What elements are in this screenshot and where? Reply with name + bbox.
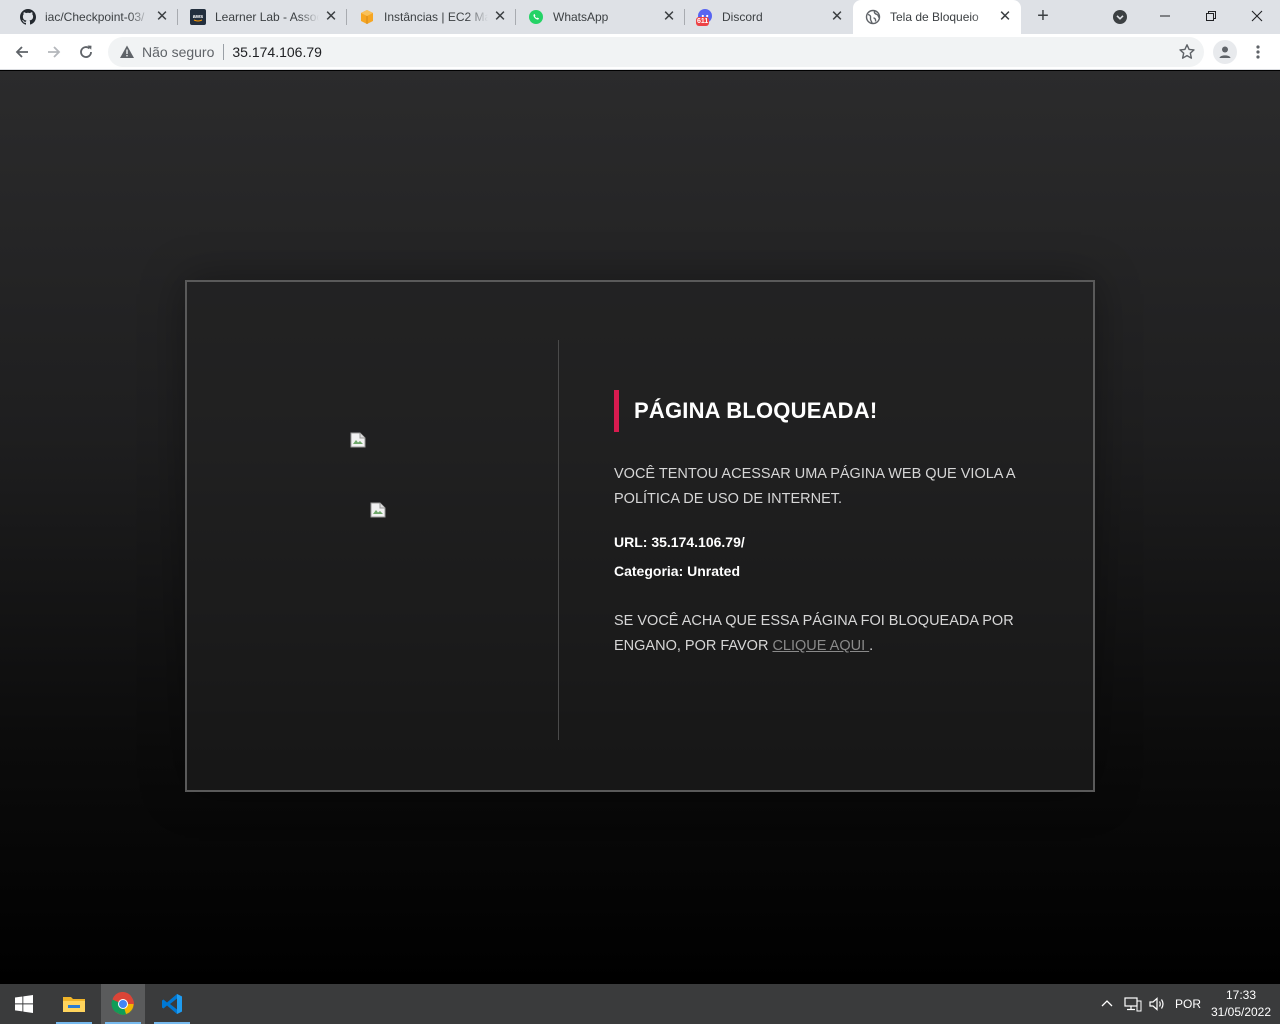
bookmark-star-icon[interactable] <box>1178 43 1196 61</box>
network-icon[interactable] <box>1124 984 1142 1024</box>
close-icon[interactable]: ✕ <box>323 9 339 25</box>
language-indicator[interactable]: POR <box>1175 984 1201 1024</box>
address-bar[interactable]: Não seguro 35.174.106.79 <box>108 37 1204 67</box>
tab-title: Tela de Bloqueio <box>890 10 979 24</box>
aws-icon: aws <box>190 9 206 25</box>
new-tab-button[interactable]: + <box>1032 5 1054 27</box>
browser-toolbar: Não seguro 35.174.106.79 <box>0 34 1280 70</box>
close-icon[interactable]: ✕ <box>997 9 1013 25</box>
profile-avatar-icon[interactable] <box>1213 40 1237 64</box>
clock-date: 31/05/2022 <box>1210 1005 1272 1019</box>
page-title: PÁGINA BLOQUEADA! <box>634 398 878 423</box>
block-card: PÁGINA BLOQUEADA! VOCÊ TENTOU ACESSAR UM… <box>185 280 1095 792</box>
forward-button[interactable] <box>40 38 68 66</box>
whatsapp-icon <box>528 9 544 25</box>
tab-search-icon[interactable] <box>1112 9 1128 25</box>
windows-start-icon[interactable] <box>2 984 46 1024</box>
reload-button[interactable] <box>72 38 100 66</box>
tab-strip: iac/Checkpoint-03/ ✕ aws Learner Lab - A… <box>0 0 1280 34</box>
menu-kebab-icon[interactable] <box>1248 41 1268 63</box>
close-icon[interactable]: ✕ <box>661 9 677 25</box>
close-icon[interactable]: ✕ <box>829 9 845 25</box>
vertical-divider <box>558 340 559 740</box>
tab-ec2[interactable]: Instâncias | EC2 Man ✕ <box>347 0 516 34</box>
tab-github[interactable]: iac/Checkpoint-03/ ✕ <box>8 0 178 34</box>
globe-icon <box>865 9 881 25</box>
heading-block: PÁGINA BLOQUEADA! <box>614 390 1054 432</box>
report-end: . <box>869 638 874 654</box>
page-viewport: PÁGINA BLOQUEADA! VOCÊ TENTOU ACESSAR UM… <box>0 71 1280 984</box>
tab-learner-lab[interactable]: aws Learner Lab - Associ ✕ <box>178 0 347 34</box>
tab-title: Learner Lab - Associ <box>215 10 319 24</box>
policy-message: VOCÊ TENTOU ACESSAR UMA PÁGINA WEB QUE V… <box>614 466 1015 507</box>
tab-title: iac/Checkpoint-03/ <box>45 10 145 24</box>
accent-bar <box>614 390 619 432</box>
report-message: SE VOCÊ ACHA QUE ESSA PÁGINA FOI BLOQUEA… <box>614 609 1054 659</box>
tab-title: WhatsApp <box>553 10 609 24</box>
close-icon[interactable]: ✕ <box>154 9 170 25</box>
warning-icon[interactable] <box>119 44 135 60</box>
file-explorer-icon[interactable] <box>52 984 96 1024</box>
close-window-button[interactable] <box>1234 0 1280 32</box>
notification-badge: 611 <box>696 17 710 26</box>
vscode-icon[interactable] <box>150 984 194 1024</box>
restore-button[interactable] <box>1188 0 1234 32</box>
tab-title: Instâncias | EC2 Man <box>384 10 488 24</box>
security-label[interactable]: Não seguro <box>142 44 214 60</box>
volume-icon[interactable] <box>1148 984 1166 1024</box>
blocked-url: URL: 35.174.106.79/ <box>614 534 745 550</box>
discord-icon: 611 <box>696 9 713 26</box>
chrome-icon[interactable] <box>101 984 145 1024</box>
tab-discord[interactable]: 611 Discord ✕ <box>685 0 853 34</box>
system-clock[interactable]: 17:33 31/05/2022 <box>1208 987 1274 1021</box>
report-link[interactable]: CLIQUE AQUI <box>772 638 869 654</box>
url-text[interactable]: 35.174.106.79 <box>232 44 322 60</box>
broken-image-icon <box>370 502 386 518</box>
tab-whatsapp[interactable]: WhatsApp ✕ <box>516 0 685 34</box>
tray-chevron-icon[interactable] <box>1100 984 1114 1024</box>
block-message: PÁGINA BLOQUEADA! VOCÊ TENTOU ACESSAR UM… <box>614 390 1054 659</box>
back-button[interactable] <box>8 38 36 66</box>
aws-ec2-icon <box>359 9 375 25</box>
category: Categoria: Unrated <box>614 563 741 579</box>
github-icon <box>20 9 36 25</box>
minimize-button[interactable] <box>1142 0 1188 32</box>
tab-tela-de-bloqueio[interactable]: Tela de Bloqueio ✕ <box>853 0 1021 34</box>
windows-taskbar: POR 17:33 31/05/2022 <box>0 984 1280 1024</box>
close-icon[interactable]: ✕ <box>492 9 508 25</box>
broken-image-icon <box>350 432 366 448</box>
svg-text:aws: aws <box>193 14 203 20</box>
clock-time: 17:33 <box>1225 988 1257 1002</box>
tab-title: Discord <box>722 10 763 24</box>
